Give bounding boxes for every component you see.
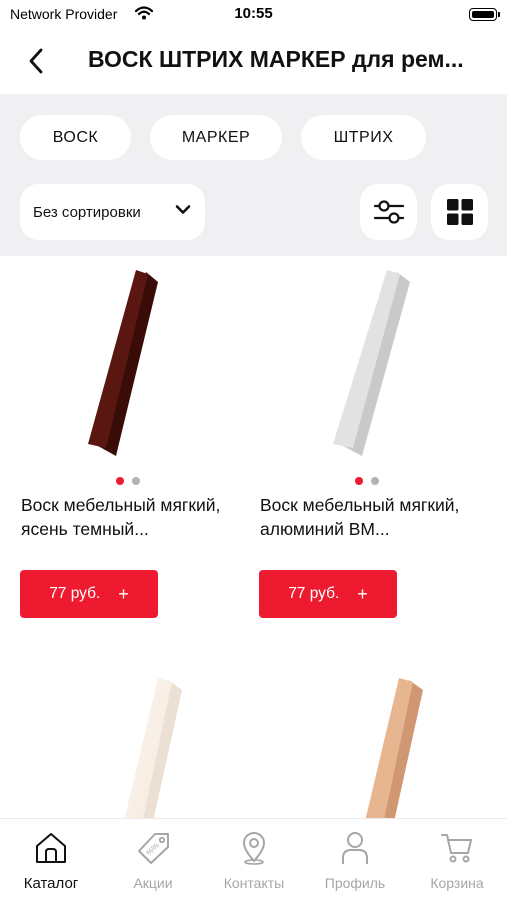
pagination-dot[interactable] [116,477,124,485]
clock: 10:55 [234,5,273,22]
nav-label: Контакты [223,875,285,891]
image-pagination [8,477,248,485]
nav-cart[interactable]: Корзина [407,831,507,897]
plus-icon: + [118,583,129,604]
add-to-cart-button[interactable]: 77 руб. + [20,570,158,618]
home-icon [36,833,66,863]
status-bar: Network Provider 10:55 [0,0,507,30]
grid-view-button[interactable] [431,184,488,240]
pagination-dot[interactable] [355,477,363,485]
nav-label: Акции [133,875,173,891]
nav-contacts[interactable]: Контакты [204,831,304,897]
tab-shtrih[interactable]: ШТРИХ [301,115,426,160]
grid-icon [446,199,473,225]
chevron-down-icon [175,205,191,214]
sort-selected-label: Без сортировки [33,203,141,221]
sliders-icon [373,200,404,224]
nav-label: Каталог [23,875,79,892]
filter-panel: ВОСК МАРКЕР ШТРИХ Без сортировки [0,94,507,256]
pagination-dot[interactable] [371,477,379,485]
header: ВОСК ШТРИХ МАРКЕР для рем... [0,30,507,94]
product-name[interactable]: Воск мебельный мягкий, алюминий ВМ... [260,493,495,541]
location-pin-icon [242,832,266,865]
filter-button[interactable] [360,184,417,240]
sort-dropdown[interactable]: Без сортировки [20,184,205,240]
back-button[interactable] [18,44,54,78]
cart-icon [441,834,472,863]
nav-label: Профиль [324,875,386,891]
user-icon [342,832,368,864]
product-name[interactable]: Воск мебельный мягкий, ясень темный... [21,493,256,541]
price-label: 77 руб. [49,585,101,602]
nav-promotions[interactable]: %% Акции [103,831,203,897]
battery-icon [469,8,500,21]
bottom-nav: Каталог %% Акции Контакты Профиль Корзин… [0,818,507,900]
product-image [88,270,158,456]
plus-icon: + [357,583,368,604]
page-title: ВОСК ШТРИХ МАРКЕР для рем... [88,46,464,72]
product-image [333,270,410,456]
nav-profile[interactable]: Профиль [305,831,405,897]
chevron-left-icon [29,48,43,74]
pagination-dot[interactable] [132,477,140,485]
nav-label: Корзина [430,875,484,891]
tab-marker[interactable]: МАРКЕР [150,115,282,160]
tab-vosk[interactable]: ВОСК [20,115,131,160]
image-pagination [247,477,487,485]
tag-icon: %% [138,833,169,864]
price-label: 77 руб. [288,585,340,602]
add-to-cart-button[interactable]: 77 руб. + [259,570,397,618]
nav-catalog[interactable]: Каталог [1,831,101,897]
